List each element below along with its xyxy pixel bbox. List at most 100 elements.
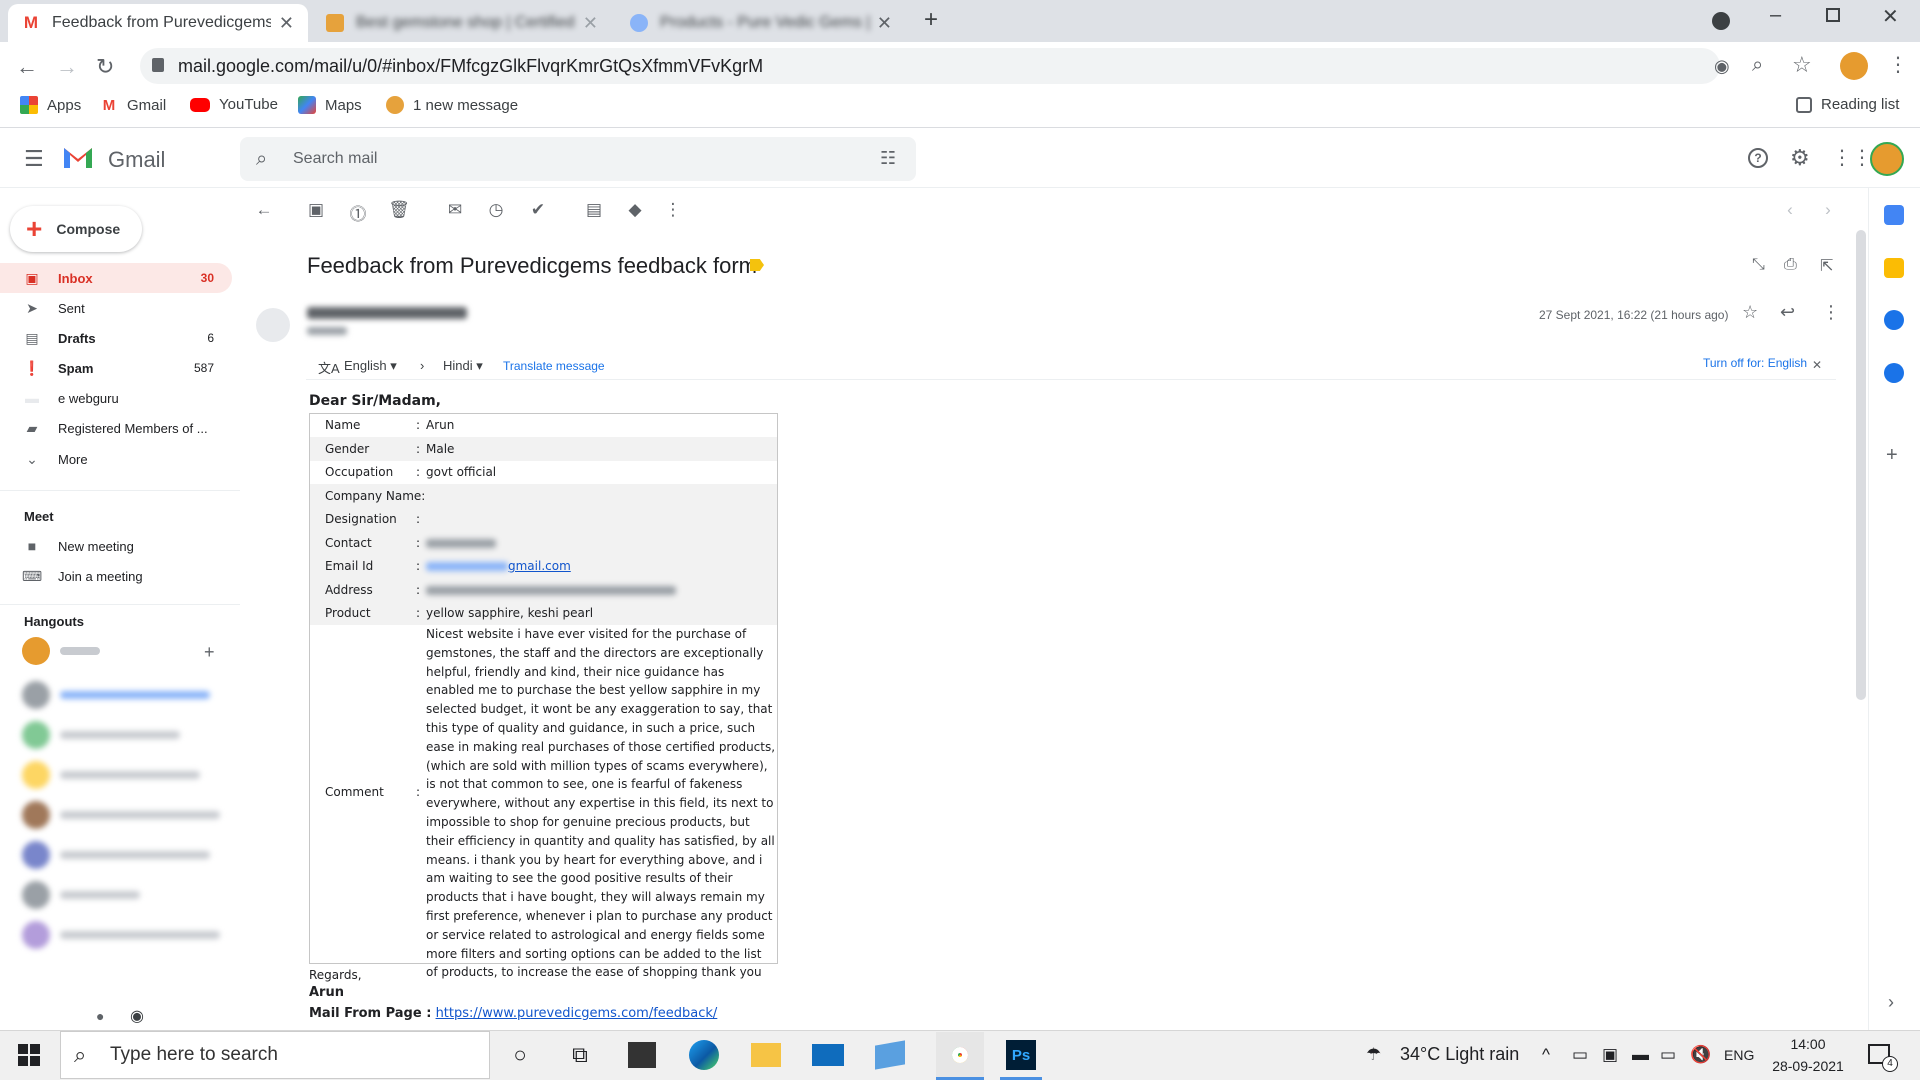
photoshop-icon[interactable]: Ps (1003, 1037, 1039, 1073)
help-icon[interactable]: ? (1748, 148, 1768, 168)
new-meeting-item[interactable]: ■ New meeting (0, 531, 232, 561)
close-tab-icon[interactable]: ✕ (279, 13, 294, 34)
close-translate-icon[interactable]: ✕ (1812, 358, 1822, 372)
sidebar-item-webguru[interactable]: ▬ e webguru (0, 383, 232, 413)
eye-icon[interactable]: ◉ (1714, 56, 1730, 77)
add-task-icon[interactable]: ✔ (526, 200, 550, 220)
battery-icon[interactable]: ▬ (1632, 1045, 1649, 1065)
compose-button[interactable]: + Compose (10, 206, 142, 252)
clock-time[interactable]: 14:00 (1778, 1036, 1838, 1052)
back-icon[interactable]: ← (16, 54, 38, 80)
bookmark-star-icon[interactable]: ☆ (1792, 52, 1812, 78)
move-to-icon[interactable]: ▤ (582, 200, 606, 220)
report-spam-icon[interactable]: ⓵ (346, 200, 370, 225)
list-item[interactable] (22, 840, 222, 870)
calendar-icon[interactable] (1884, 205, 1904, 225)
task-view-icon[interactable]: ⧉ (562, 1037, 598, 1073)
profile-avatar[interactable] (1840, 52, 1868, 80)
minimize-window-icon[interactable]: – (1770, 4, 1781, 27)
list-item[interactable] (22, 920, 222, 950)
file-explorer-icon[interactable] (748, 1037, 784, 1073)
clock-date[interactable]: 28-09-2021 (1768, 1058, 1848, 1074)
sidebar-item-spam[interactable]: ❗ Spam 587 (0, 353, 232, 383)
print-icon[interactable]: ⎙ (1784, 256, 1797, 274)
source-language-select[interactable]: English ▾ (344, 358, 397, 374)
sidebar-item-registered-members[interactable]: ▰ Registered Members of ... (0, 413, 232, 443)
google-apps-icon[interactable]: ⋮⋮ (1832, 145, 1872, 170)
windows-start-icon[interactable] (18, 1044, 40, 1066)
new-tab-icon[interactable]: + (924, 6, 938, 34)
translate-message-link[interactable]: Translate message (503, 359, 605, 373)
contacts-side-icon[interactable] (1884, 363, 1904, 383)
search-icon[interactable]: ⌕ (256, 148, 267, 171)
keep-icon[interactable] (1884, 258, 1904, 278)
chat-icon[interactable]: ◉ (130, 1006, 144, 1026)
important-marker-icon[interactable] (750, 259, 764, 271)
get-addons-icon[interactable]: + (1886, 444, 1898, 467)
tab-gemstone-shop[interactable]: Best gemstone shop | Certified ✕ (312, 4, 612, 42)
list-item[interactable] (22, 800, 222, 830)
turn-off-translate-link[interactable]: Turn off for: English (1703, 356, 1807, 370)
sender-address-blurred[interactable] (307, 307, 467, 319)
lock-icon[interactable] (152, 58, 164, 72)
tab-gmail-feedback[interactable]: M Feedback from Purevedicgems fe ✕ (8, 4, 308, 42)
more-options-icon[interactable]: ⋮ (661, 200, 685, 220)
show-hidden-icons-icon[interactable]: ^ (1542, 1045, 1550, 1065)
contacts-icon[interactable]: ● (96, 1008, 104, 1024)
weather-text[interactable]: 34°C Light rain (1400, 1044, 1519, 1065)
app-tray-icon[interactable]: ▣ (1602, 1045, 1618, 1065)
sidebar-item-more[interactable]: ⌄ More (0, 444, 232, 474)
list-item[interactable] (22, 680, 222, 710)
network-drive-icon[interactable] (872, 1037, 908, 1073)
hangouts-self[interactable] (22, 636, 222, 666)
search-options-icon[interactable]: ☷ (880, 148, 896, 169)
weather-icon[interactable]: ☂ (1366, 1045, 1381, 1065)
join-meeting-item[interactable]: ⌨ Join a meeting (0, 561, 232, 591)
close-tab-icon[interactable]: ✕ (583, 13, 598, 34)
archive-icon[interactable]: ▣ (304, 200, 328, 220)
close-window-icon[interactable]: ✕ (1882, 4, 1899, 29)
reading-list[interactable]: Reading list (1796, 96, 1899, 113)
add-hangout-icon[interactable]: + (204, 642, 215, 663)
edge-icon[interactable] (686, 1037, 722, 1073)
bookmark-maps[interactable]: Maps (298, 96, 362, 114)
sidebar-item-drafts[interactable]: ▤ Drafts 6 (0, 323, 232, 353)
target-language-select[interactable]: Hindi ▾ (443, 358, 483, 374)
sidebar-item-inbox[interactable]: ▣ Inbox 30 (0, 263, 232, 293)
scrollbar[interactable] (1856, 230, 1866, 700)
delete-icon[interactable]: 🗑 (387, 200, 411, 220)
tasks-icon[interactable] (1884, 310, 1904, 330)
account-avatar[interactable] (1870, 142, 1904, 176)
email-link[interactable]: gmail.com (508, 559, 571, 573)
bookmark-youtube[interactable]: YouTube (190, 96, 278, 113)
list-item[interactable] (22, 720, 222, 750)
chrome-icon[interactable] (942, 1037, 978, 1073)
newer-icon[interactable]: ‹ (1778, 200, 1802, 220)
forward-icon[interactable]: → (56, 54, 78, 80)
back-to-inbox-icon[interactable]: ← (252, 200, 276, 220)
bookmark-gmail[interactable]: M Gmail (100, 96, 166, 114)
input-language[interactable]: ENG (1724, 1047, 1754, 1063)
mail-app-icon[interactable] (810, 1037, 846, 1073)
store-icon[interactable] (624, 1037, 660, 1073)
open-new-window-icon[interactable]: ⇱ (1820, 256, 1833, 276)
message-more-icon[interactable]: ⋮ (1822, 302, 1840, 323)
sidebar-item-sent[interactable]: ➤ Sent (0, 293, 232, 323)
reload-icon[interactable]: ↻ (96, 54, 114, 80)
network-icon[interactable]: ▭ (1660, 1045, 1676, 1065)
star-icon[interactable]: ☆ (1742, 302, 1758, 323)
recipient-blurred[interactable] (307, 327, 347, 335)
bookmark-new-message[interactable]: 1 new message (386, 96, 518, 114)
settings-gear-icon[interactable]: ⚙ (1790, 145, 1810, 171)
expand-panel-icon[interactable]: › (1888, 992, 1894, 1013)
meet-now-icon[interactable]: ▭ (1572, 1045, 1588, 1065)
browser-menu-icon[interactable]: ⋮ (1888, 52, 1908, 77)
zoom-icon[interactable]: ⌕ (1752, 54, 1763, 77)
bookmark-apps[interactable]: Apps (20, 96, 81, 114)
search-input[interactable]: Search mail (293, 150, 377, 168)
taskbar-search-input[interactable]: Type here to search (110, 1044, 278, 1066)
restore-window-icon[interactable] (1826, 8, 1840, 22)
tab-search-icon[interactable] (1712, 12, 1730, 30)
gmail-logo-icon[interactable] (62, 144, 94, 170)
cortana-icon[interactable]: ○ (502, 1037, 538, 1073)
